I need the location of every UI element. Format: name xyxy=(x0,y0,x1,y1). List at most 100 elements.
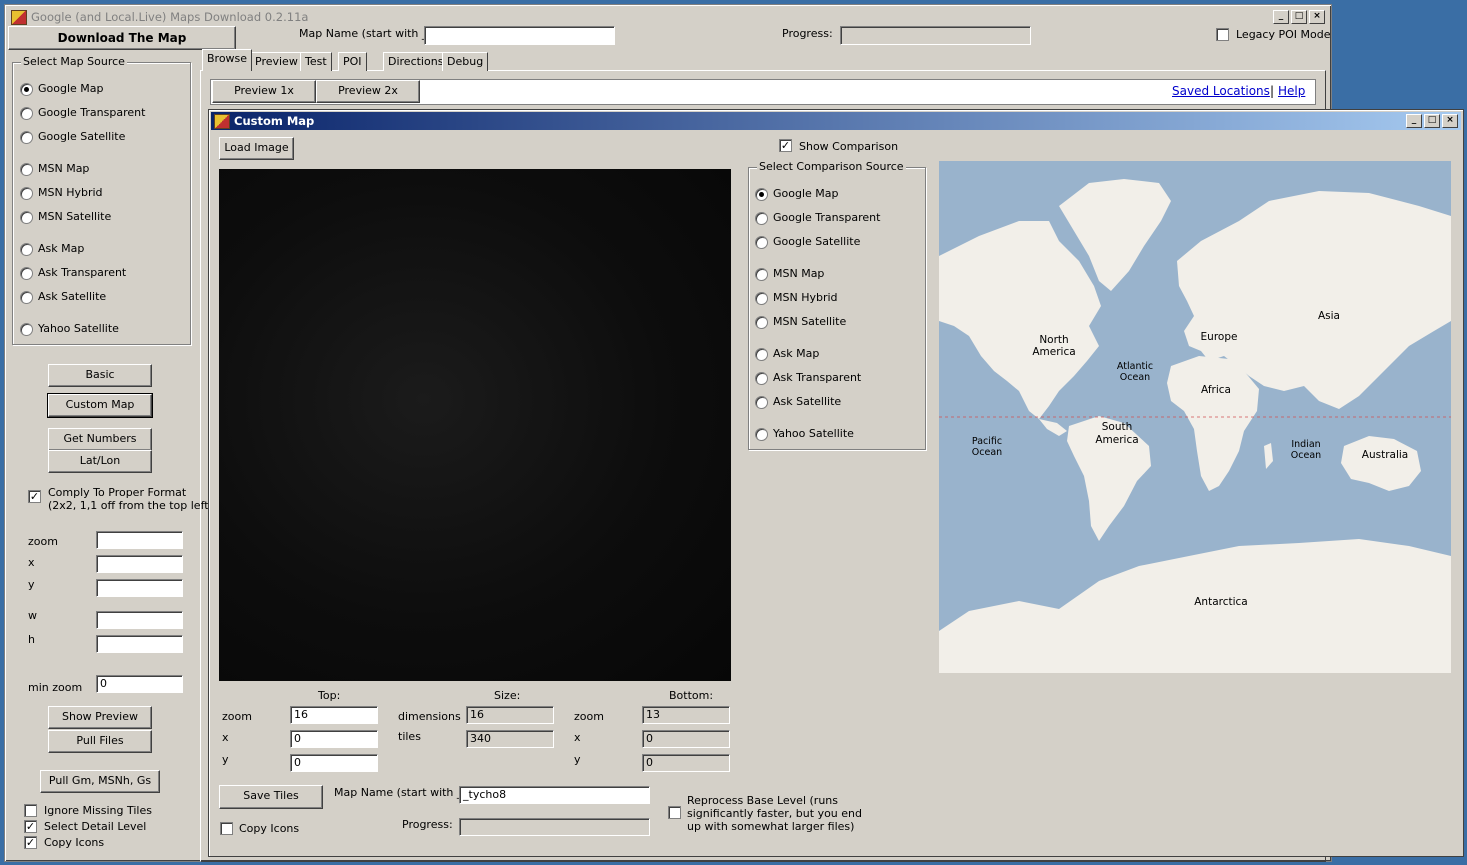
comparison-source-label-7: Ask Transparent xyxy=(773,371,862,384)
size-header: Size: xyxy=(494,689,521,702)
map-source-radio-1[interactable] xyxy=(20,107,33,120)
latlon-button[interactable]: Lat/Lon xyxy=(48,450,152,473)
map-source-radio-4[interactable] xyxy=(20,187,33,200)
custom-copy-icons-checkbox[interactable] xyxy=(220,822,233,835)
map-source-radio-0[interactable] xyxy=(20,83,33,96)
tab-debug[interactable]: Debug xyxy=(442,52,489,71)
basic-button[interactable]: Basic xyxy=(48,364,152,387)
label-pacific-1: Pacific xyxy=(972,436,1002,447)
tiles-label: tiles xyxy=(398,730,421,743)
label-antarctica: Antarctica xyxy=(1194,596,1248,608)
w-input[interactable] xyxy=(96,611,183,629)
maximize-button[interactable]: □ xyxy=(1291,10,1307,24)
preview-2x-button[interactable]: Preview 2x xyxy=(316,80,420,103)
get-numbers-button[interactable]: Get Numbers xyxy=(48,428,152,451)
loaded-image xyxy=(219,169,731,681)
preview-1x-button[interactable]: Preview 1x xyxy=(212,80,316,103)
minimize-button[interactable]: _ xyxy=(1273,10,1289,24)
comparison-source-radio-7[interactable] xyxy=(755,372,768,385)
close-button[interactable]: × xyxy=(1309,10,1325,24)
map-name-input[interactable] xyxy=(424,26,615,45)
map-source-radio-6[interactable] xyxy=(20,243,33,256)
saved-locations-link[interactable]: Saved Locations xyxy=(1172,84,1270,98)
map-source-radio-7[interactable] xyxy=(20,267,33,280)
tab-browse[interactable]: Browse xyxy=(202,49,253,71)
h-input[interactable] xyxy=(96,635,183,653)
x-input[interactable] xyxy=(96,555,183,573)
comparison-source-radio-8[interactable] xyxy=(755,396,768,409)
tab-poi[interactable]: POI xyxy=(338,52,367,71)
label-europe: Europe xyxy=(1201,331,1238,343)
label-pacific-2: Ocean xyxy=(972,447,1002,458)
comparison-source-radio-3[interactable] xyxy=(755,268,768,281)
show-comparison-label: Show Comparison xyxy=(799,140,899,153)
load-image-button[interactable]: Load Image xyxy=(219,137,294,160)
show-comparison-checkbox[interactable]: ✓ xyxy=(779,139,792,152)
top-zoom-label: zoom xyxy=(222,710,252,723)
reprocess-label-3: up with somewhat larger files) xyxy=(687,820,855,833)
map-source-radio-5[interactable] xyxy=(20,211,33,224)
comparison-source-radio-4[interactable] xyxy=(755,292,768,305)
pull-gm-msnh-gs-button[interactable]: Pull Gm, MSNh, Gs xyxy=(40,770,160,793)
help-link[interactable]: Help xyxy=(1278,84,1305,98)
comparison-source-label-8: Ask Satellite xyxy=(773,395,842,408)
legacy-poi-label: Legacy POI Mode xyxy=(1236,28,1331,41)
comparison-source-radio-2[interactable] xyxy=(755,236,768,249)
map-source-group-title: Select Map Source xyxy=(21,55,127,68)
top-zoom-input[interactable]: 16 xyxy=(290,706,378,724)
x-label: x xyxy=(28,556,35,569)
map-source-label-4: MSN Hybrid xyxy=(38,186,103,199)
map-source-radio-9[interactable] xyxy=(20,323,33,336)
legacy-poi-checkbox[interactable] xyxy=(1216,28,1229,41)
comparison-source-radio-6[interactable] xyxy=(755,348,768,361)
custom-map-titlebar[interactable]: Custom Map _ □ × xyxy=(211,112,1461,130)
download-map-button[interactable]: Download The Map xyxy=(8,26,236,50)
pull-files-button[interactable]: Pull Files xyxy=(48,730,152,753)
custom-maximize-button[interactable]: □ xyxy=(1424,114,1440,128)
comparison-source-radio-9[interactable] xyxy=(755,428,768,441)
bottom-x-field: 0 xyxy=(642,730,730,748)
top-x-label: x xyxy=(222,731,229,744)
zoom-input[interactable] xyxy=(96,531,183,549)
tab-directions[interactable]: Directions xyxy=(383,52,449,71)
tab-preview[interactable]: Preview xyxy=(250,52,303,71)
comparison-map[interactable]: North America Atlantic Ocean Europe Asia… xyxy=(939,161,1451,673)
custom-minimize-button[interactable]: _ xyxy=(1406,114,1422,128)
map-source-radio-8[interactable] xyxy=(20,291,33,304)
comply-format-checkbox[interactable]: ✓ xyxy=(28,490,41,503)
top-header: Top: xyxy=(318,689,341,702)
comparison-source-label-2: Google Satellite xyxy=(773,235,861,248)
reprocess-label-2: significantly faster, but you end xyxy=(687,807,862,820)
comparison-source-radio-1[interactable] xyxy=(755,212,768,225)
top-y-input[interactable]: 0 xyxy=(290,754,378,772)
label-north-america-1: North xyxy=(1039,334,1068,346)
map-source-label-2: Google Satellite xyxy=(38,130,126,143)
ignore-missing-checkbox[interactable] xyxy=(24,804,37,817)
custom-map-name-input[interactable]: _tycho8 xyxy=(459,786,650,804)
copy-icons-checkbox[interactable]: ✓ xyxy=(24,836,37,849)
comparison-source-radio-5[interactable] xyxy=(755,316,768,329)
bottom-zoom-field: 13 xyxy=(642,706,730,724)
label-indian-1: Indian xyxy=(1291,439,1320,450)
y-input[interactable] xyxy=(96,579,183,597)
min-zoom-label: min zoom xyxy=(28,681,83,694)
comparison-source-label-0: Google Map xyxy=(773,187,839,200)
comparison-source-radio-0[interactable] xyxy=(755,188,768,201)
tab-test[interactable]: Test xyxy=(300,52,332,71)
save-tiles-button[interactable]: Save Tiles xyxy=(219,785,323,809)
map-source-radio-3[interactable] xyxy=(20,163,33,176)
top-x-input[interactable]: 0 xyxy=(290,730,378,748)
show-preview-button[interactable]: Show Preview xyxy=(48,706,152,729)
custom-map-button[interactable]: Custom Map xyxy=(47,393,153,418)
comparison-group-title: Select Comparison Source xyxy=(757,160,906,173)
custom-map-title: Custom Map xyxy=(234,114,315,128)
map-source-radio-2[interactable] xyxy=(20,131,33,144)
main-titlebar[interactable]: Google (and Local.Live) Maps Download 0.… xyxy=(8,8,1328,26)
min-zoom-input[interactable]: 0 xyxy=(96,675,183,693)
progress-label: Progress: xyxy=(782,27,833,40)
select-detail-checkbox[interactable]: ✓ xyxy=(24,820,37,833)
reprocess-checkbox[interactable] xyxy=(668,806,681,819)
size-dimensions-field: 16 xyxy=(466,706,554,724)
label-atlantic-1: Atlantic xyxy=(1117,361,1153,372)
custom-close-button[interactable]: × xyxy=(1442,114,1458,128)
